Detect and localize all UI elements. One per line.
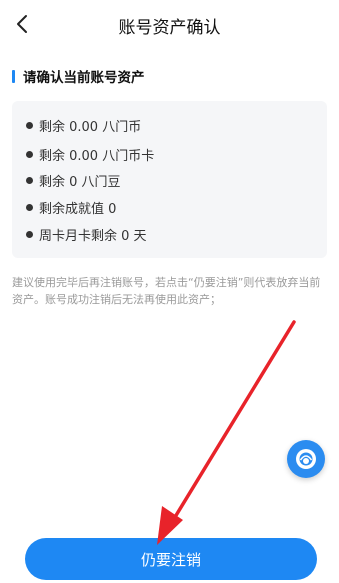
customer-service-icon [296, 449, 316, 469]
asset-label: 剩余 0.00 八门币卡 [39, 149, 155, 164]
bullet-icon [26, 177, 33, 184]
customer-service-button[interactable] [287, 440, 325, 478]
section-accent-bar [12, 69, 15, 83]
page-title: 账号资产确认 [118, 18, 221, 38]
bullet-icon [26, 231, 33, 238]
header-bar: 账号资产确认 [0, 0, 339, 50]
notice-text: 建议使用完毕后再注销账号，若点击“仍要注销”则代表放弃当前资产。账号成功注销后无… [12, 276, 321, 306]
list-item: 剩余 0 八门豆 [26, 171, 121, 190]
section-title: 请确认当前账号资产 [23, 70, 145, 86]
confirm-cancel-account-button[interactable]: 仍要注销 [25, 538, 317, 580]
list-item: 剩余 0.00 八门币 [26, 116, 141, 135]
list-item: 周卡月卡剩余 0 天 [26, 225, 147, 244]
asset-label: 剩余 0.00 八门币 [39, 120, 142, 135]
list-item: 剩余成就值 0 [26, 198, 116, 217]
bullet-icon [26, 122, 33, 129]
list-item: 剩余 0.00 八门币卡 [26, 145, 154, 164]
asset-label: 周卡月卡剩余 0 天 [39, 229, 147, 244]
asset-card: 剩余 0.00 八门币 剩余 0.00 八门币卡 剩余 0 八门豆 剩余成就值 … [12, 101, 327, 258]
bullet-icon [26, 151, 33, 158]
asset-label: 剩余 0 八门豆 [39, 175, 121, 190]
asset-label: 剩余成就值 0 [39, 202, 117, 217]
section-heading: 请确认当前账号资产 [12, 66, 145, 86]
bullet-icon [26, 204, 33, 211]
